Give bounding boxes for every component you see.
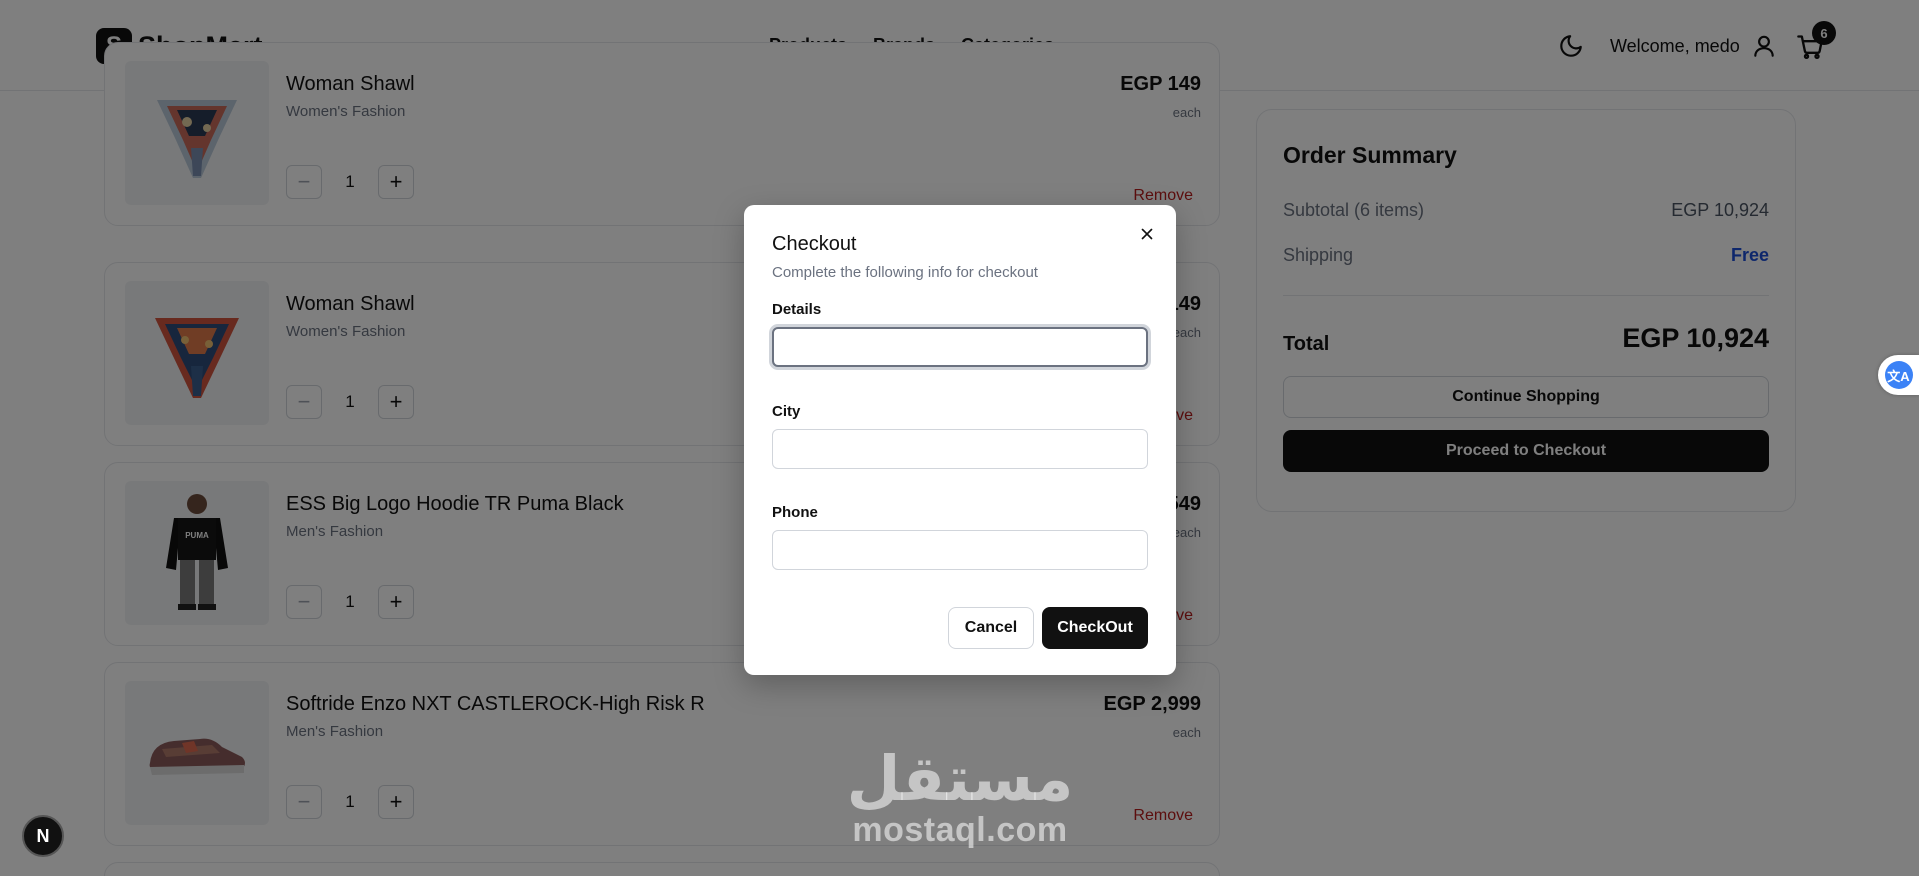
- city-label: City: [772, 403, 801, 420]
- cancel-button[interactable]: Cancel: [948, 607, 1034, 649]
- details-input[interactable]: [772, 327, 1148, 367]
- dialog-description: Complete the following info for checkout: [772, 264, 1038, 281]
- details-label: Details: [772, 301, 822, 318]
- checkout-button[interactable]: CheckOut: [1042, 607, 1148, 649]
- dialog-title: Checkout: [772, 233, 857, 255]
- phone-input[interactable]: [772, 530, 1148, 570]
- city-input[interactable]: [772, 429, 1148, 469]
- translate-widget[interactable]: 文A: [1878, 355, 1919, 395]
- translate-icon: 文A: [1884, 361, 1913, 389]
- watermark-latin: mostaql.com: [852, 811, 1068, 849]
- watermark-arabic: مستقل: [846, 745, 1074, 814]
- close-icon[interactable]: [1138, 225, 1156, 243]
- watermark: مستقل mostaql.com: [840, 745, 1080, 849]
- phone-label: Phone: [772, 504, 818, 521]
- nextjs-dev-badge[interactable]: N: [22, 815, 64, 857]
- checkout-dialog: Checkout Complete the following info for…: [744, 205, 1176, 675]
